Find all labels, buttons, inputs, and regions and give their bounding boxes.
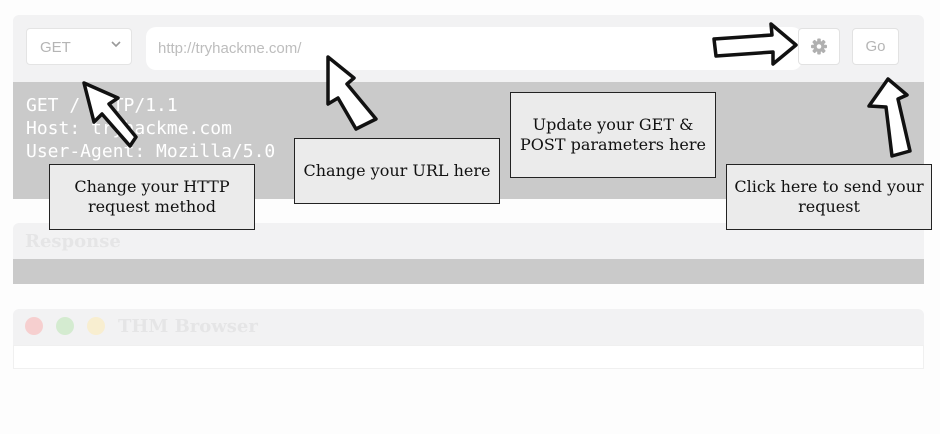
response-title: Response xyxy=(25,231,121,252)
settings-button[interactable] xyxy=(798,28,840,65)
window-maximize-dot[interactable] xyxy=(56,317,74,335)
browser-content xyxy=(13,345,924,369)
gear-icon xyxy=(811,38,827,55)
request-host-line: Host: tryhackme.com xyxy=(26,118,232,139)
callout-params: Update your GET & POST parameters here xyxy=(510,92,716,178)
browser-title: THM Browser xyxy=(118,316,258,337)
chevron-down-icon xyxy=(111,41,121,48)
window-close-dot[interactable] xyxy=(25,317,43,335)
callout-url: Change your URL here xyxy=(294,138,500,204)
request-line: GET / HTTP/1.1 xyxy=(26,95,178,116)
go-button[interactable]: Go xyxy=(852,28,899,65)
window-minimize-dot[interactable] xyxy=(87,317,105,335)
callout-send: Click here to send your request xyxy=(726,164,932,230)
response-body xyxy=(13,259,924,284)
url-input[interactable] xyxy=(146,27,802,70)
method-select-value: GET xyxy=(40,39,71,56)
callout-method: Change your HTTP request method xyxy=(49,164,255,230)
request-user-agent-line: User-Agent: Mozilla/5.0 xyxy=(26,141,276,162)
